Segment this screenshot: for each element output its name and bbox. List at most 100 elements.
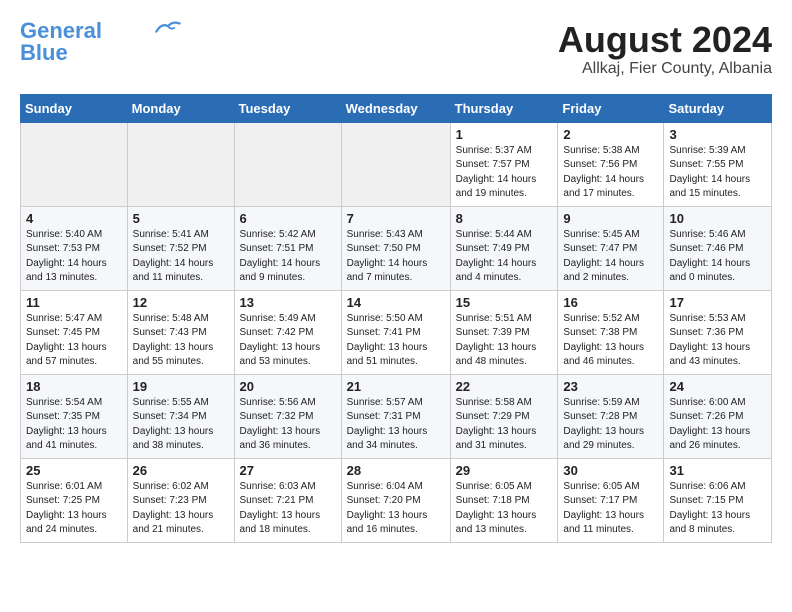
day-detail: Sunrise: 5:37 AM Sunset: 7:57 PM Dayligh… <box>456 144 553 202</box>
day-detail: Sunrise: 5:44 AM Sunset: 7:49 PM Dayligh… <box>456 228 553 286</box>
logo: General Blue <box>20 20 182 64</box>
day-number: 22 <box>456 379 553 394</box>
day-detail: Sunrise: 5:48 AM Sunset: 7:43 PM Dayligh… <box>133 312 229 370</box>
location: Allkaj, Fier County, Albania <box>558 60 772 78</box>
day-number: 18 <box>26 379 122 394</box>
day-detail: Sunrise: 5:49 AM Sunset: 7:42 PM Dayligh… <box>240 312 336 370</box>
week-row-3: 18 Sunrise: 5:54 AM Sunset: 7:35 PM Dayli… <box>21 374 772 458</box>
day-detail: Sunrise: 6:00 AM Sunset: 7:26 PM Dayligh… <box>669 396 766 454</box>
title-block: August 2024 Allkaj, Fier County, Albania <box>558 20 772 78</box>
calendar-cell: 6 Sunrise: 5:42 AM Sunset: 7:51 PM Daylig… <box>234 206 341 290</box>
day-detail: Sunrise: 5:41 AM Sunset: 7:52 PM Dayligh… <box>133 228 229 286</box>
day-number: 7 <box>347 211 445 226</box>
day-number: 14 <box>347 295 445 310</box>
calendar-cell: 4 Sunrise: 5:40 AM Sunset: 7:53 PM Daylig… <box>21 206 128 290</box>
day-number: 30 <box>563 463 658 478</box>
calendar-cell <box>127 122 234 206</box>
weekday-header-wednesday: Wednesday <box>341 94 450 122</box>
weekday-header-thursday: Thursday <box>450 94 558 122</box>
day-detail: Sunrise: 5:54 AM Sunset: 7:35 PM Dayligh… <box>26 396 122 454</box>
day-number: 28 <box>347 463 445 478</box>
calendar-cell: 10Sunrise: 5:46 AM Sunset: 7:46 PM Dayli… <box>664 206 772 290</box>
weekday-header-sunday: Sunday <box>21 94 128 122</box>
day-detail: Sunrise: 5:50 AM Sunset: 7:41 PM Dayligh… <box>347 312 445 370</box>
calendar-cell: 13 Sunrise: 5:49 AM Sunset: 7:42 PM Dayli… <box>234 290 341 374</box>
calendar-cell: 1 Sunrise: 5:37 AM Sunset: 7:57 PM Daylig… <box>450 122 558 206</box>
week-row-2: 11 Sunrise: 5:47 AM Sunset: 7:45 PM Dayli… <box>21 290 772 374</box>
week-row-1: 4 Sunrise: 5:40 AM Sunset: 7:53 PM Daylig… <box>21 206 772 290</box>
calendar-cell: 7 Sunrise: 5:43 AM Sunset: 7:50 PM Daylig… <box>341 206 450 290</box>
day-detail: Sunrise: 5:42 AM Sunset: 7:51 PM Dayligh… <box>240 228 336 286</box>
calendar-cell: 15 Sunrise: 5:51 AM Sunset: 7:39 PM Dayli… <box>450 290 558 374</box>
calendar-cell: 29 Sunrise: 6:05 AM Sunset: 7:18 PM Dayli… <box>450 458 558 542</box>
calendar-cell: 16Sunrise: 5:52 AM Sunset: 7:38 PM Dayli… <box>558 290 664 374</box>
day-number: 15 <box>456 295 553 310</box>
week-row-0: 1 Sunrise: 5:37 AM Sunset: 7:57 PM Daylig… <box>21 122 772 206</box>
day-detail: Sunrise: 6:02 AM Sunset: 7:23 PM Dayligh… <box>133 480 229 538</box>
day-number: 26 <box>133 463 229 478</box>
day-detail: Sunrise: 6:03 AM Sunset: 7:21 PM Dayligh… <box>240 480 336 538</box>
calendar-cell: 26 Sunrise: 6:02 AM Sunset: 7:23 PM Dayli… <box>127 458 234 542</box>
day-number: 6 <box>240 211 336 226</box>
month-title: August 2024 <box>558 20 772 60</box>
day-number: 9 <box>563 211 658 226</box>
day-detail: Sunrise: 5:55 AM Sunset: 7:34 PM Dayligh… <box>133 396 229 454</box>
day-number: 21 <box>347 379 445 394</box>
day-number: 24 <box>669 379 766 394</box>
logo-blue: Blue <box>20 42 68 64</box>
day-number: 27 <box>240 463 336 478</box>
day-number: 23 <box>563 379 658 394</box>
day-number: 4 <box>26 211 122 226</box>
calendar-cell <box>234 122 341 206</box>
day-detail: Sunrise: 5:56 AM Sunset: 7:32 PM Dayligh… <box>240 396 336 454</box>
day-detail: Sunrise: 5:39 AM Sunset: 7:55 PM Dayligh… <box>669 144 766 202</box>
calendar-cell: 9 Sunrise: 5:45 AM Sunset: 7:47 PM Daylig… <box>558 206 664 290</box>
day-number: 11 <box>26 295 122 310</box>
day-detail: Sunrise: 6:06 AM Sunset: 7:15 PM Dayligh… <box>669 480 766 538</box>
week-row-4: 25 Sunrise: 6:01 AM Sunset: 7:25 PM Dayli… <box>21 458 772 542</box>
day-detail: Sunrise: 5:58 AM Sunset: 7:29 PM Dayligh… <box>456 396 553 454</box>
day-number: 12 <box>133 295 229 310</box>
calendar-cell <box>21 122 128 206</box>
day-detail: Sunrise: 5:53 AM Sunset: 7:36 PM Dayligh… <box>669 312 766 370</box>
weekday-header-row: SundayMondayTuesdayWednesdayThursdayFrid… <box>21 94 772 122</box>
calendar-cell: 31Sunrise: 6:06 AM Sunset: 7:15 PM Dayli… <box>664 458 772 542</box>
day-detail: Sunrise: 5:43 AM Sunset: 7:50 PM Dayligh… <box>347 228 445 286</box>
calendar-cell <box>341 122 450 206</box>
calendar-body: 1 Sunrise: 5:37 AM Sunset: 7:57 PM Daylig… <box>21 122 772 542</box>
day-number: 19 <box>133 379 229 394</box>
day-detail: Sunrise: 5:47 AM Sunset: 7:45 PM Dayligh… <box>26 312 122 370</box>
page-header: General Blue August 2024 Allkaj, Fier Co… <box>20 20 772 78</box>
day-number: 2 <box>563 127 658 142</box>
calendar-cell: 24 Sunrise: 6:00 AM Sunset: 7:26 PM Dayli… <box>664 374 772 458</box>
day-number: 8 <box>456 211 553 226</box>
day-detail: Sunrise: 5:45 AM Sunset: 7:47 PM Dayligh… <box>563 228 658 286</box>
logo-text: General <box>20 20 102 42</box>
calendar-cell: 25 Sunrise: 6:01 AM Sunset: 7:25 PM Dayli… <box>21 458 128 542</box>
calendar-cell: 17 Sunrise: 5:53 AM Sunset: 7:36 PM Dayli… <box>664 290 772 374</box>
calendar-cell: 27 Sunrise: 6:03 AM Sunset: 7:21 PM Dayli… <box>234 458 341 542</box>
day-number: 25 <box>26 463 122 478</box>
day-detail: Sunrise: 6:05 AM Sunset: 7:18 PM Dayligh… <box>456 480 553 538</box>
calendar-cell: 19 Sunrise: 5:55 AM Sunset: 7:34 PM Dayli… <box>127 374 234 458</box>
day-detail: Sunrise: 6:05 AM Sunset: 7:17 PM Dayligh… <box>563 480 658 538</box>
weekday-header-monday: Monday <box>127 94 234 122</box>
day-number: 1 <box>456 127 553 142</box>
calendar-cell: 30 Sunrise: 6:05 AM Sunset: 7:17 PM Dayli… <box>558 458 664 542</box>
day-detail: Sunrise: 6:01 AM Sunset: 7:25 PM Dayligh… <box>26 480 122 538</box>
day-detail: Sunrise: 5:57 AM Sunset: 7:31 PM Dayligh… <box>347 396 445 454</box>
day-detail: Sunrise: 5:51 AM Sunset: 7:39 PM Dayligh… <box>456 312 553 370</box>
calendar-cell: 18 Sunrise: 5:54 AM Sunset: 7:35 PM Dayli… <box>21 374 128 458</box>
day-number: 29 <box>456 463 553 478</box>
calendar-cell: 28Sunrise: 6:04 AM Sunset: 7:20 PM Dayli… <box>341 458 450 542</box>
day-number: 13 <box>240 295 336 310</box>
day-detail: Sunrise: 5:38 AM Sunset: 7:56 PM Dayligh… <box>563 144 658 202</box>
calendar-cell: 5 Sunrise: 5:41 AM Sunset: 7:52 PM Daylig… <box>127 206 234 290</box>
calendar-cell: 23Sunrise: 5:59 AM Sunset: 7:28 PM Dayli… <box>558 374 664 458</box>
calendar-table: SundayMondayTuesdayWednesdayThursdayFrid… <box>20 94 772 543</box>
weekday-header-saturday: Saturday <box>664 94 772 122</box>
day-number: 17 <box>669 295 766 310</box>
day-detail: Sunrise: 5:40 AM Sunset: 7:53 PM Dayligh… <box>26 228 122 286</box>
day-number: 5 <box>133 211 229 226</box>
calendar-cell: 20Sunrise: 5:56 AM Sunset: 7:32 PM Dayli… <box>234 374 341 458</box>
